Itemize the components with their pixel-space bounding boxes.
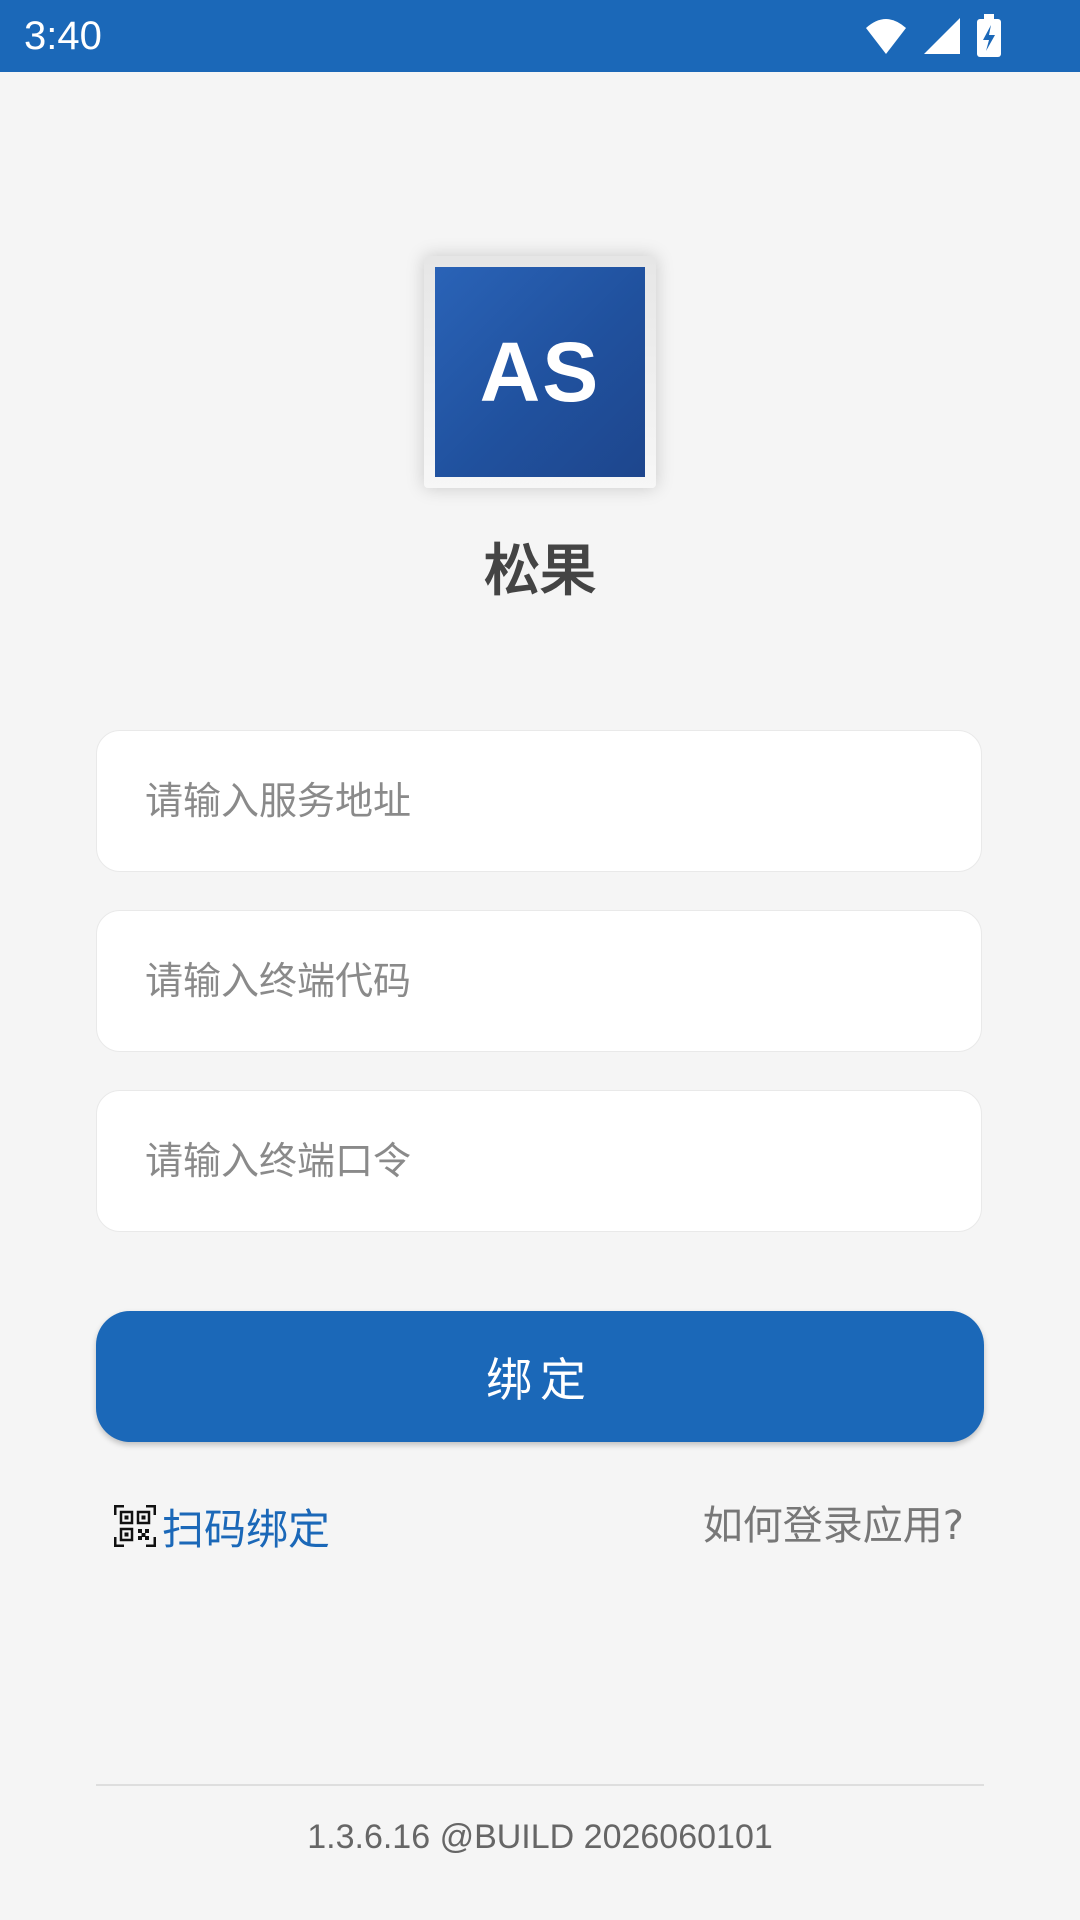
terminal-password-input[interactable] (97, 1091, 981, 1231)
service-address-field[interactable] (96, 730, 982, 872)
cellular-signal-icon (924, 18, 960, 54)
footer-divider (96, 1784, 984, 1786)
scan-bind-label: 扫码绑定 (162, 1504, 331, 1554)
qr-code-icon (114, 1505, 156, 1547)
wifi-icon (866, 19, 906, 54)
terminal-code-input[interactable] (97, 911, 981, 1051)
app-logo: AS (424, 256, 656, 488)
scan-bind-link[interactable]: 扫码绑定 (114, 1496, 330, 1556)
service-address-input[interactable] (97, 731, 981, 871)
status-time: 3:40 (24, 14, 102, 58)
app-logo-text: AS (435, 267, 645, 477)
version-text: 1.3.6.16 @BUILD 2026060101 (307, 1818, 773, 1856)
terminal-password-field[interactable] (96, 1090, 982, 1232)
help-link[interactable]: 如何登录应用? (703, 1496, 964, 1556)
bind-button[interactable]: 绑定 (96, 1311, 984, 1442)
app-name: 松果 (484, 539, 596, 604)
status-bar: 3:40 (0, 0, 1080, 72)
status-icons (864, 12, 1002, 60)
battery-charging-icon (977, 14, 1001, 57)
terminal-code-field[interactable] (96, 910, 982, 1052)
